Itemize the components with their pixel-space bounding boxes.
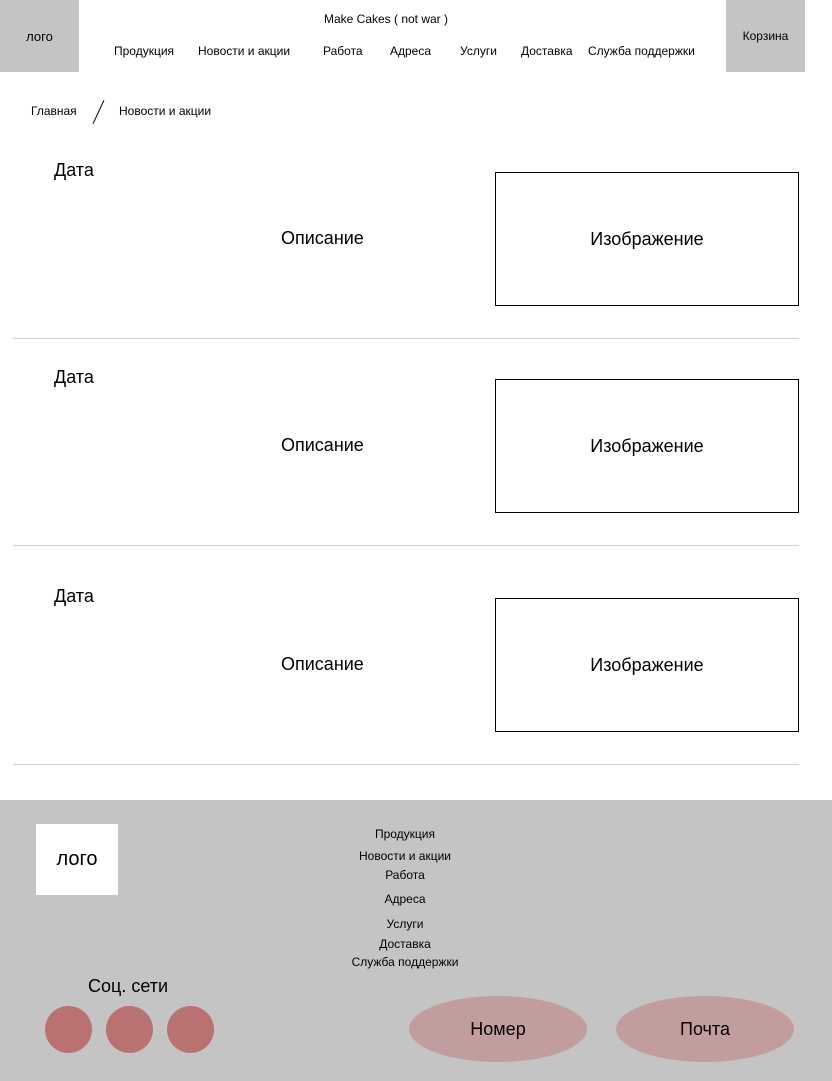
cart-button[interactable]: Корзина xyxy=(726,0,805,72)
social-icon[interactable] xyxy=(45,1006,92,1053)
footer-link-services[interactable]: Услуги xyxy=(330,917,480,931)
divider xyxy=(13,338,799,339)
footer: лого Продукция Новости и акции Работа Ад… xyxy=(0,800,832,1081)
footer-link-delivery[interactable]: Доставка xyxy=(330,937,480,951)
breadcrumb-home[interactable]: Главная xyxy=(31,104,77,118)
news-date: Дата xyxy=(54,367,94,387)
news-description: Описание xyxy=(281,228,364,248)
news-date: Дата xyxy=(54,160,94,180)
nav-item-delivery[interactable]: Доставка xyxy=(521,44,573,58)
breadcrumb-current: Новости и акции xyxy=(119,104,212,118)
nav-item-services[interactable]: Услуги xyxy=(460,44,497,58)
nav-item-work[interactable]: Работа xyxy=(323,44,363,58)
divider xyxy=(13,764,799,765)
news-description: Описание xyxy=(281,654,364,674)
mail-button[interactable]: Почта xyxy=(616,996,794,1062)
divider xyxy=(13,545,799,546)
footer-link-news[interactable]: Новости и акции xyxy=(330,849,480,863)
news-image[interactable]: Изображение xyxy=(495,379,799,513)
footer-link-products[interactable]: Продукция xyxy=(330,827,480,841)
phone-button[interactable]: Номер xyxy=(409,996,587,1062)
news-image[interactable]: Изображение xyxy=(495,172,799,306)
nav-item-support[interactable]: Служба поддержки xyxy=(588,44,695,58)
nav-item-news[interactable]: Новости и акции xyxy=(198,44,290,58)
social-icon[interactable] xyxy=(167,1006,214,1053)
breadcrumb-separator xyxy=(92,100,105,124)
footer-logo[interactable]: лого xyxy=(36,824,118,895)
footer-link-addresses[interactable]: Адреса xyxy=(330,892,480,906)
news-date: Дата xyxy=(54,586,94,606)
news-image-label: Изображение xyxy=(590,228,704,249)
news-image-label: Изображение xyxy=(590,654,704,675)
site-title: Make Cakes ( not war ) xyxy=(323,12,449,26)
footer-link-support[interactable]: Служба поддержки xyxy=(330,955,480,969)
footer-link-work[interactable]: Работа xyxy=(330,868,480,882)
news-description: Описание xyxy=(281,435,364,455)
social-icon[interactable] xyxy=(106,1006,153,1053)
social-title: Соц. сети xyxy=(88,976,169,996)
header-logo[interactable]: лого xyxy=(0,0,79,72)
nav-item-products[interactable]: Продукция xyxy=(114,44,174,58)
news-image[interactable]: Изображение xyxy=(495,598,799,732)
nav-item-addresses[interactable]: Адреса xyxy=(390,44,431,58)
news-image-label: Изображение xyxy=(590,435,704,456)
